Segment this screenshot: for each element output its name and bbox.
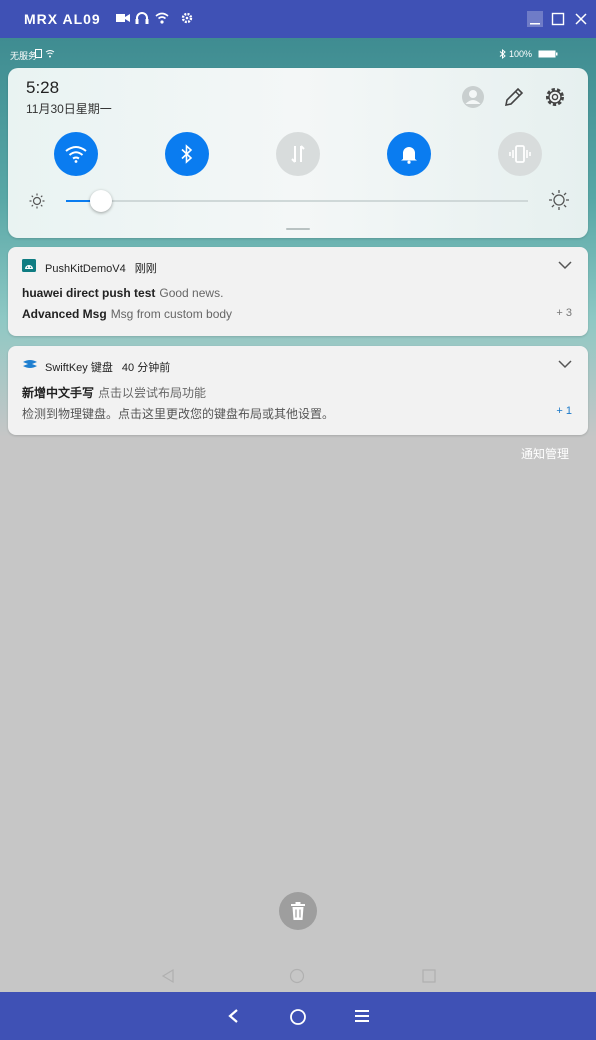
emulator-title-bar: MRX AL09 xyxy=(0,0,596,38)
bell-icon xyxy=(401,147,417,164)
clock-time: 5:28 xyxy=(26,78,60,97)
bluetooth-icon xyxy=(181,144,193,164)
wifi-toggle[interactable] xyxy=(54,132,98,176)
notification-count: + 3 xyxy=(556,307,572,319)
notification-body: 检测到物理键盘。点击这里更改您的键盘布局或其他设置。 xyxy=(22,407,335,421)
video-camera-icon xyxy=(116,14,130,22)
notification-title: 新增中文手写 xyxy=(22,386,95,400)
bluetooth-toggle[interactable] xyxy=(165,132,209,176)
home-icon[interactable] xyxy=(289,1008,307,1026)
android-app-icon xyxy=(22,259,36,272)
wifi-icon xyxy=(65,146,87,163)
mobile-data-icon xyxy=(291,145,305,163)
notification-app-header: SwiftKey 键盘 40 分钟前 xyxy=(45,359,170,375)
notification-time: 刚刚 xyxy=(134,263,157,275)
headset-icon xyxy=(135,12,149,24)
notification-body: Msg from custom body xyxy=(110,307,233,321)
status-bar: 无服务 100% xyxy=(0,38,596,68)
manage-notifications-link[interactable]: 通知管理 xyxy=(521,445,569,462)
notification-line: Advanced Msg Msg from custom body xyxy=(22,307,232,321)
swiftkey-app-icon xyxy=(23,360,37,368)
brightness-low-icon xyxy=(29,193,45,209)
quick-settings-panel: 5:28 11月30日星期一 xyxy=(8,68,588,238)
clock-date: 11月30日星期一 xyxy=(26,102,112,116)
mobile-data-toggle[interactable] xyxy=(276,132,320,176)
minimize-icon[interactable] xyxy=(527,11,543,27)
settings-gear-icon[interactable] xyxy=(543,85,567,109)
wifi-icon xyxy=(155,12,169,24)
app-name: SwiftKey 键盘 xyxy=(45,362,113,374)
device-name: MRX AL09 xyxy=(24,11,101,27)
chevron-down-icon[interactable] xyxy=(558,359,572,369)
clear-all-button[interactable] xyxy=(279,892,317,930)
notification-title: huawei direct push test xyxy=(22,286,156,300)
battery-percent: 100% xyxy=(509,49,533,59)
maximize-icon[interactable] xyxy=(550,11,566,27)
bluetooth-status-icon xyxy=(499,49,506,59)
notification-title: Advanced Msg xyxy=(22,307,107,321)
notification-body: 点击以尝试布局功能 xyxy=(98,386,207,400)
emulator-nav-bar xyxy=(0,992,596,1040)
brightness-slider-track[interactable] xyxy=(66,200,528,202)
sound-toggle[interactable] xyxy=(387,132,431,176)
back-icon[interactable] xyxy=(226,1008,242,1024)
menu-icon[interactable] xyxy=(354,1009,370,1023)
carrier-text: 无服务 xyxy=(10,51,38,61)
soft-back-icon[interactable] xyxy=(160,968,176,984)
panel-drag-handle[interactable] xyxy=(286,228,310,230)
trash-icon xyxy=(291,902,305,920)
notification-card-swiftkey[interactable]: SwiftKey 键盘 40 分钟前 新增中文手写 点击以尝试布局功能 检测到物理… xyxy=(8,346,588,435)
notification-card-pushkit[interactable]: PushKitDemoV4 刚刚 huawei direct push test… xyxy=(8,247,588,336)
brightness-high-icon xyxy=(549,190,569,210)
soft-recents-icon[interactable] xyxy=(421,968,437,984)
vibrate-icon xyxy=(509,145,531,163)
user-avatar-icon[interactable] xyxy=(461,85,485,109)
vibrate-toggle[interactable] xyxy=(498,132,542,176)
gear-icon xyxy=(181,12,193,24)
notification-line: 新增中文手写 点击以尝试布局功能 xyxy=(22,384,206,401)
notification-app-header: PushKitDemoV4 刚刚 xyxy=(45,260,157,276)
edit-pencil-icon[interactable] xyxy=(502,85,526,109)
app-name: PushKitDemoV4 xyxy=(45,263,126,275)
soft-home-icon[interactable] xyxy=(289,968,305,984)
battery-icon xyxy=(538,50,558,58)
notification-count: + 1 xyxy=(556,405,572,417)
notification-line: huawei direct push test Good news. xyxy=(22,286,223,300)
brightness-slider-thumb[interactable] xyxy=(90,190,112,212)
chevron-down-icon[interactable] xyxy=(558,260,572,270)
sim-wifi-icon xyxy=(35,49,55,58)
notification-time: 40 分钟前 xyxy=(121,362,171,374)
close-icon[interactable] xyxy=(573,11,589,27)
notification-body: Good news. xyxy=(159,286,224,300)
